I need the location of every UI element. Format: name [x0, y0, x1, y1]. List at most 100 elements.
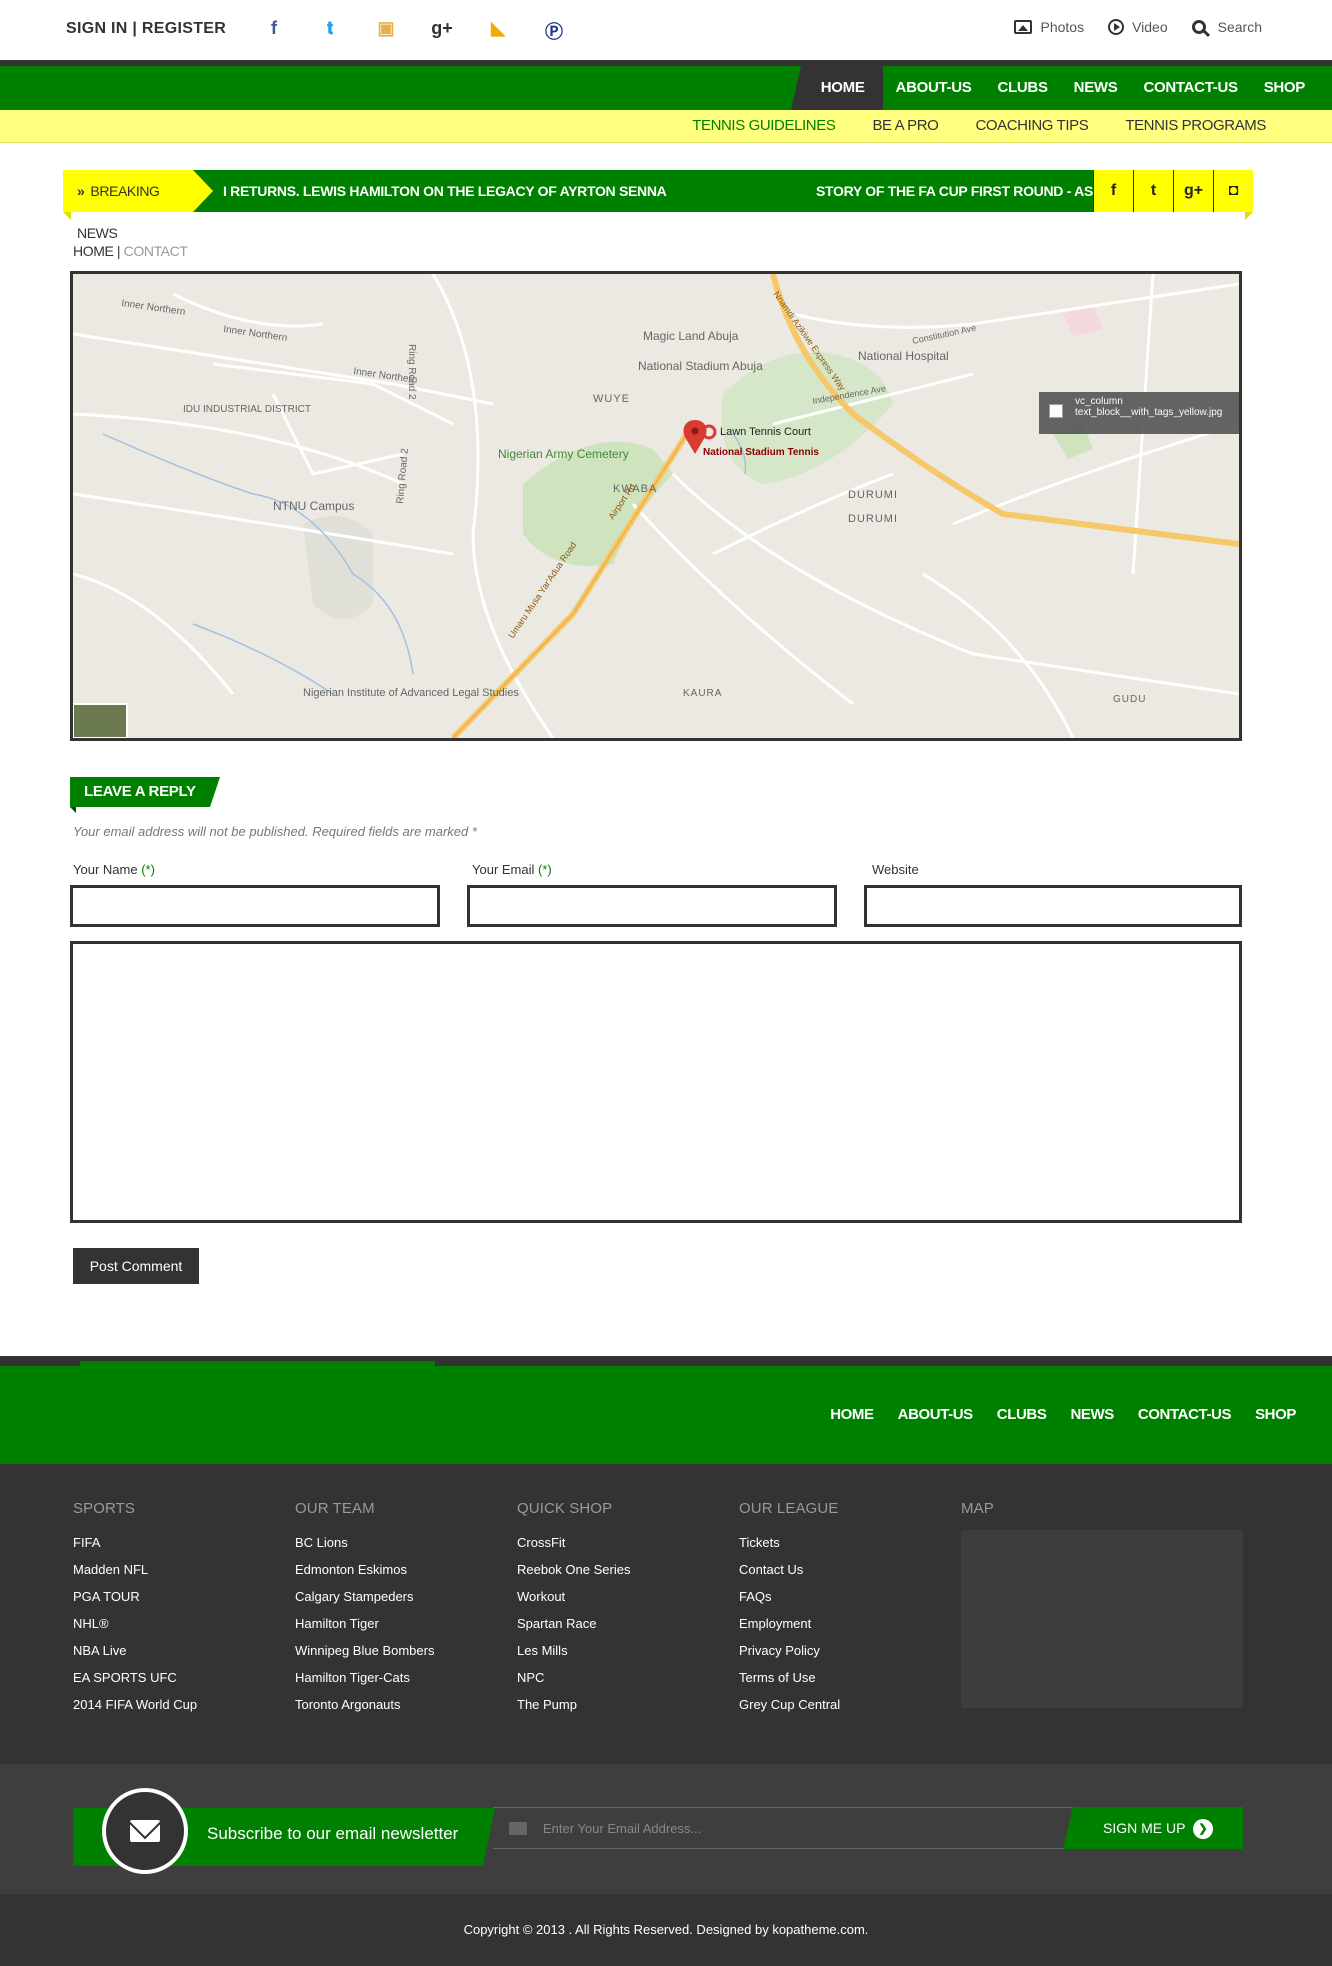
- map-label: Lawn Tennis Court: [720, 426, 811, 438]
- footer-link[interactable]: Toronto Argonauts: [295, 1691, 434, 1718]
- footer-link[interactable]: Reebok One Series: [517, 1556, 630, 1583]
- pinterest-icon[interactable]: Ⓟ: [526, 18, 582, 44]
- footer-link[interactable]: FIFA: [73, 1529, 197, 1556]
- nav-item-home[interactable]: HOME: [790, 66, 883, 110]
- subnav-item-tennis-programs[interactable]: TENNIS PROGRAMS: [1088, 110, 1266, 142]
- nav-item-shop[interactable]: SHOP: [1251, 66, 1318, 110]
- google-plus-icon[interactable]: g+: [414, 18, 470, 44]
- footer-column-title: QUICK SHOP: [517, 1500, 613, 1517]
- footer-map[interactable]: [961, 1530, 1243, 1708]
- footer-link[interactable]: NHL®: [73, 1610, 197, 1637]
- footer-link[interactable]: Contact Us: [739, 1556, 840, 1583]
- footer-link[interactable]: EA SPORTS UFC: [73, 1664, 197, 1691]
- email-label: Your Email (*): [472, 862, 552, 877]
- map-label: National Stadium Tennis: [703, 447, 819, 458]
- footer-link[interactable]: Workout: [517, 1583, 630, 1610]
- nav-item-clubs[interactable]: CLUBS: [984, 66, 1060, 110]
- breaking-social-links: f t g+ ◘: [1093, 170, 1253, 212]
- newsletter-icon-circle: [102, 1788, 188, 1874]
- footer-link[interactable]: NPC: [517, 1664, 630, 1691]
- facebook-icon[interactable]: f: [246, 18, 302, 44]
- map-label: Magic Land Abuja: [643, 329, 739, 343]
- breaking-news-headline[interactable]: STORY OF THE FA CUP FIRST ROUND - AS: [816, 170, 1093, 212]
- google-plus-icon[interactable]: g+: [1173, 170, 1213, 212]
- search-label: Search: [1217, 19, 1262, 35]
- twitter-icon[interactable]: t: [1133, 170, 1173, 212]
- footer-link[interactable]: Winnipeg Blue Bombers: [295, 1637, 434, 1664]
- email-field[interactable]: [467, 885, 837, 927]
- top-social-links: f 𝐭 ▣ g+ ◣ Ⓟ: [246, 18, 582, 44]
- twitter-icon[interactable]: 𝐭: [302, 18, 358, 44]
- footer-link[interactable]: NBA Live: [73, 1637, 197, 1664]
- footer-link[interactable]: Les Mills: [517, 1637, 630, 1664]
- email-label-text: Your Email: [472, 862, 535, 877]
- breadcrumb-home[interactable]: HOME: [73, 243, 114, 259]
- required-mark: (*): [538, 862, 552, 877]
- overlay-file: text_block__with_tags_yellow.jpg: [1075, 407, 1223, 418]
- post-comment-button[interactable]: Post Comment: [73, 1248, 199, 1284]
- top-right-links: Photos Video Search: [1014, 19, 1262, 35]
- instagram-icon[interactable]: ◘: [1213, 170, 1253, 212]
- photos-label: Photos: [1040, 19, 1085, 35]
- website-field[interactable]: [864, 885, 1242, 927]
- map-label: Inner Northern: [223, 324, 288, 344]
- subnav-item-coaching-tips[interactable]: COACHING TIPS: [938, 110, 1088, 142]
- subnav-item-tennis-guidelines[interactable]: TENNIS GUIDELINES: [655, 110, 836, 142]
- photos-link[interactable]: Photos: [1014, 19, 1084, 35]
- required-mark: (*): [141, 862, 155, 877]
- top-bar: SIGN IN | REGISTER f 𝐭 ▣ g+ ◣ Ⓟ Photos V…: [0, 0, 1332, 60]
- name-label-text: Your Name: [73, 862, 138, 877]
- footer-link[interactable]: Privacy Policy: [739, 1637, 840, 1664]
- subnav-item-be-a-pro[interactable]: BE A PRO: [835, 110, 938, 142]
- footer-link[interactable]: Hamilton Tiger-Cats: [295, 1664, 434, 1691]
- nav-item-news[interactable]: NEWS: [1061, 66, 1131, 110]
- name-field[interactable]: [70, 885, 440, 927]
- newsletter-email-input[interactable]: Enter Your Email Address...: [493, 1807, 1075, 1849]
- footer-link[interactable]: BC Lions: [295, 1529, 434, 1556]
- footer-link[interactable]: Grey Cup Central: [739, 1691, 840, 1718]
- footer-column-quick-shop: QUICK SHOP CrossFit Reebok One Series Wo…: [517, 1500, 630, 1718]
- sign-me-up-button[interactable]: SIGN ME UP ❯: [1063, 1807, 1243, 1849]
- footer-link[interactable]: Terms of Use: [739, 1664, 840, 1691]
- footer-link[interactable]: Employment: [739, 1610, 840, 1637]
- nav-item-about-us[interactable]: ABOUT-US: [883, 66, 985, 110]
- map-label: National Hospital: [858, 349, 949, 363]
- footer-navigation: HOME ABOUT-US CLUBS NEWS CONTACT-US SHOP: [0, 1366, 1332, 1464]
- footer-nav-home[interactable]: HOME: [818, 1366, 885, 1464]
- instagram-icon[interactable]: ▣: [358, 18, 414, 44]
- sign-in-register-link[interactable]: SIGN IN | REGISTER: [66, 20, 226, 38]
- map-label: IDU INDUSTRIAL DISTRICT: [183, 404, 311, 415]
- footer-link[interactable]: The Pump: [517, 1691, 630, 1718]
- footer-link[interactable]: Hamilton Tiger: [295, 1610, 434, 1637]
- footer-nav-clubs[interactable]: CLUBS: [985, 1366, 1059, 1464]
- video-link[interactable]: Video: [1108, 19, 1168, 35]
- facebook-icon[interactable]: f: [1093, 170, 1133, 212]
- breadcrumb: HOME | CONTACT: [73, 243, 188, 259]
- footer-nav-shop[interactable]: SHOP: [1243, 1366, 1308, 1464]
- breaking-news-headline[interactable]: I RETURNS. LEWIS HAMILTON ON THE LEGACY …: [223, 170, 667, 212]
- rss-icon[interactable]: ◣: [470, 18, 526, 44]
- footer-link[interactable]: Edmonton Eskimos: [295, 1556, 434, 1583]
- footer-link[interactable]: Spartan Race: [517, 1610, 630, 1637]
- nav-item-contact-us[interactable]: CONTACT-US: [1130, 66, 1250, 110]
- footer-nav-about-us[interactable]: ABOUT-US: [886, 1366, 985, 1464]
- footer-link[interactable]: Tickets: [739, 1529, 840, 1556]
- double-chevron-icon: »: [77, 183, 85, 199]
- search-link[interactable]: Search: [1191, 19, 1262, 35]
- footer-link[interactable]: Calgary Stampeders: [295, 1583, 434, 1610]
- footer-nav-contact-us[interactable]: CONTACT-US: [1126, 1366, 1243, 1464]
- main-navigation: HOME ABOUT-US CLUBS NEWS CONTACT-US SHOP: [0, 66, 1332, 110]
- footer-link[interactable]: 2014 FIFA World Cup: [73, 1691, 197, 1718]
- footer-column-map: MAP: [961, 1500, 994, 1529]
- footer-nav-news[interactable]: NEWS: [1058, 1366, 1125, 1464]
- map-label: Nigerian Institute of Advanced Legal Stu…: [303, 687, 519, 699]
- breadcrumb-current: CONTACT: [123, 243, 188, 259]
- footer-link[interactable]: FAQs: [739, 1583, 840, 1610]
- location-map[interactable]: Inner Northern Inner Northern Inner Nort…: [70, 271, 1242, 741]
- footer-link[interactable]: CrossFit: [517, 1529, 630, 1556]
- footer-link[interactable]: Madden NFL: [73, 1556, 197, 1583]
- map-label: DURUMI: [848, 489, 898, 501]
- comment-textarea[interactable]: [70, 941, 1242, 1223]
- footer-link[interactable]: PGA TOUR: [73, 1583, 197, 1610]
- newsletter-text: Subscribe to our email newsletter: [207, 1824, 459, 1843]
